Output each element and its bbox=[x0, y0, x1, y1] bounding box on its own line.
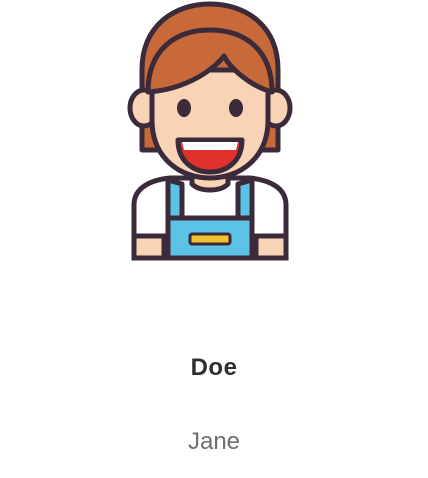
first-name: Jane bbox=[187, 428, 241, 455]
last-name: Doe bbox=[190, 354, 238, 381]
avatar bbox=[120, 0, 300, 262]
profile-card: Doe Jane bbox=[0, 0, 428, 478]
worker-woman-avatar-icon bbox=[127, 1, 293, 261]
